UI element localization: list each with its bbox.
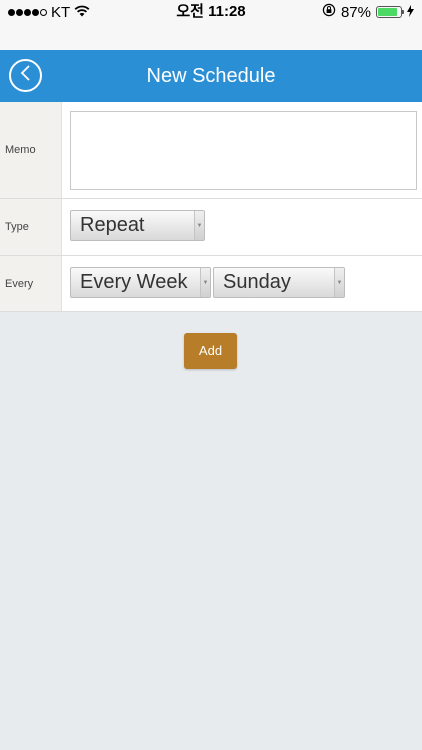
dropdown-arrow-icon: ▼: [200, 268, 210, 297]
every-row: Every Every Week ▼ Sunday ▼: [0, 256, 422, 312]
memo-row: Memo: [0, 102, 422, 199]
page-title: New Schedule: [146, 65, 276, 87]
status-bar: KT 오전 11:28 87%: [0, 0, 422, 50]
battery-icon: [376, 6, 404, 18]
charging-bolt-icon: [407, 4, 414, 21]
day-select-value: Sunday: [223, 271, 291, 293]
every-label: Every: [0, 256, 62, 311]
type-row: Type Repeat ▼: [0, 199, 422, 256]
status-right: 87%: [322, 3, 414, 21]
type-label: Type: [0, 199, 62, 255]
battery-percent: 87%: [340, 3, 371, 21]
period-select[interactable]: Every Week ▼: [70, 267, 211, 298]
type-select[interactable]: Repeat ▼: [70, 210, 205, 241]
period-select-value: Every Week: [80, 271, 188, 293]
dropdown-arrow-icon: ▼: [194, 211, 204, 240]
nav-bar: New Schedule: [0, 50, 422, 102]
type-select-value: Repeat: [80, 214, 145, 236]
memo-input[interactable]: [70, 111, 417, 190]
day-select[interactable]: Sunday ▼: [213, 267, 345, 298]
orientation-lock-icon: [322, 3, 336, 21]
memo-label: Memo: [0, 102, 62, 198]
schedule-form: Memo Type Repeat ▼ Every Every Week ▼ Su…: [0, 102, 422, 312]
add-button[interactable]: Add: [184, 333, 237, 369]
dropdown-arrow-icon: ▼: [334, 268, 344, 297]
